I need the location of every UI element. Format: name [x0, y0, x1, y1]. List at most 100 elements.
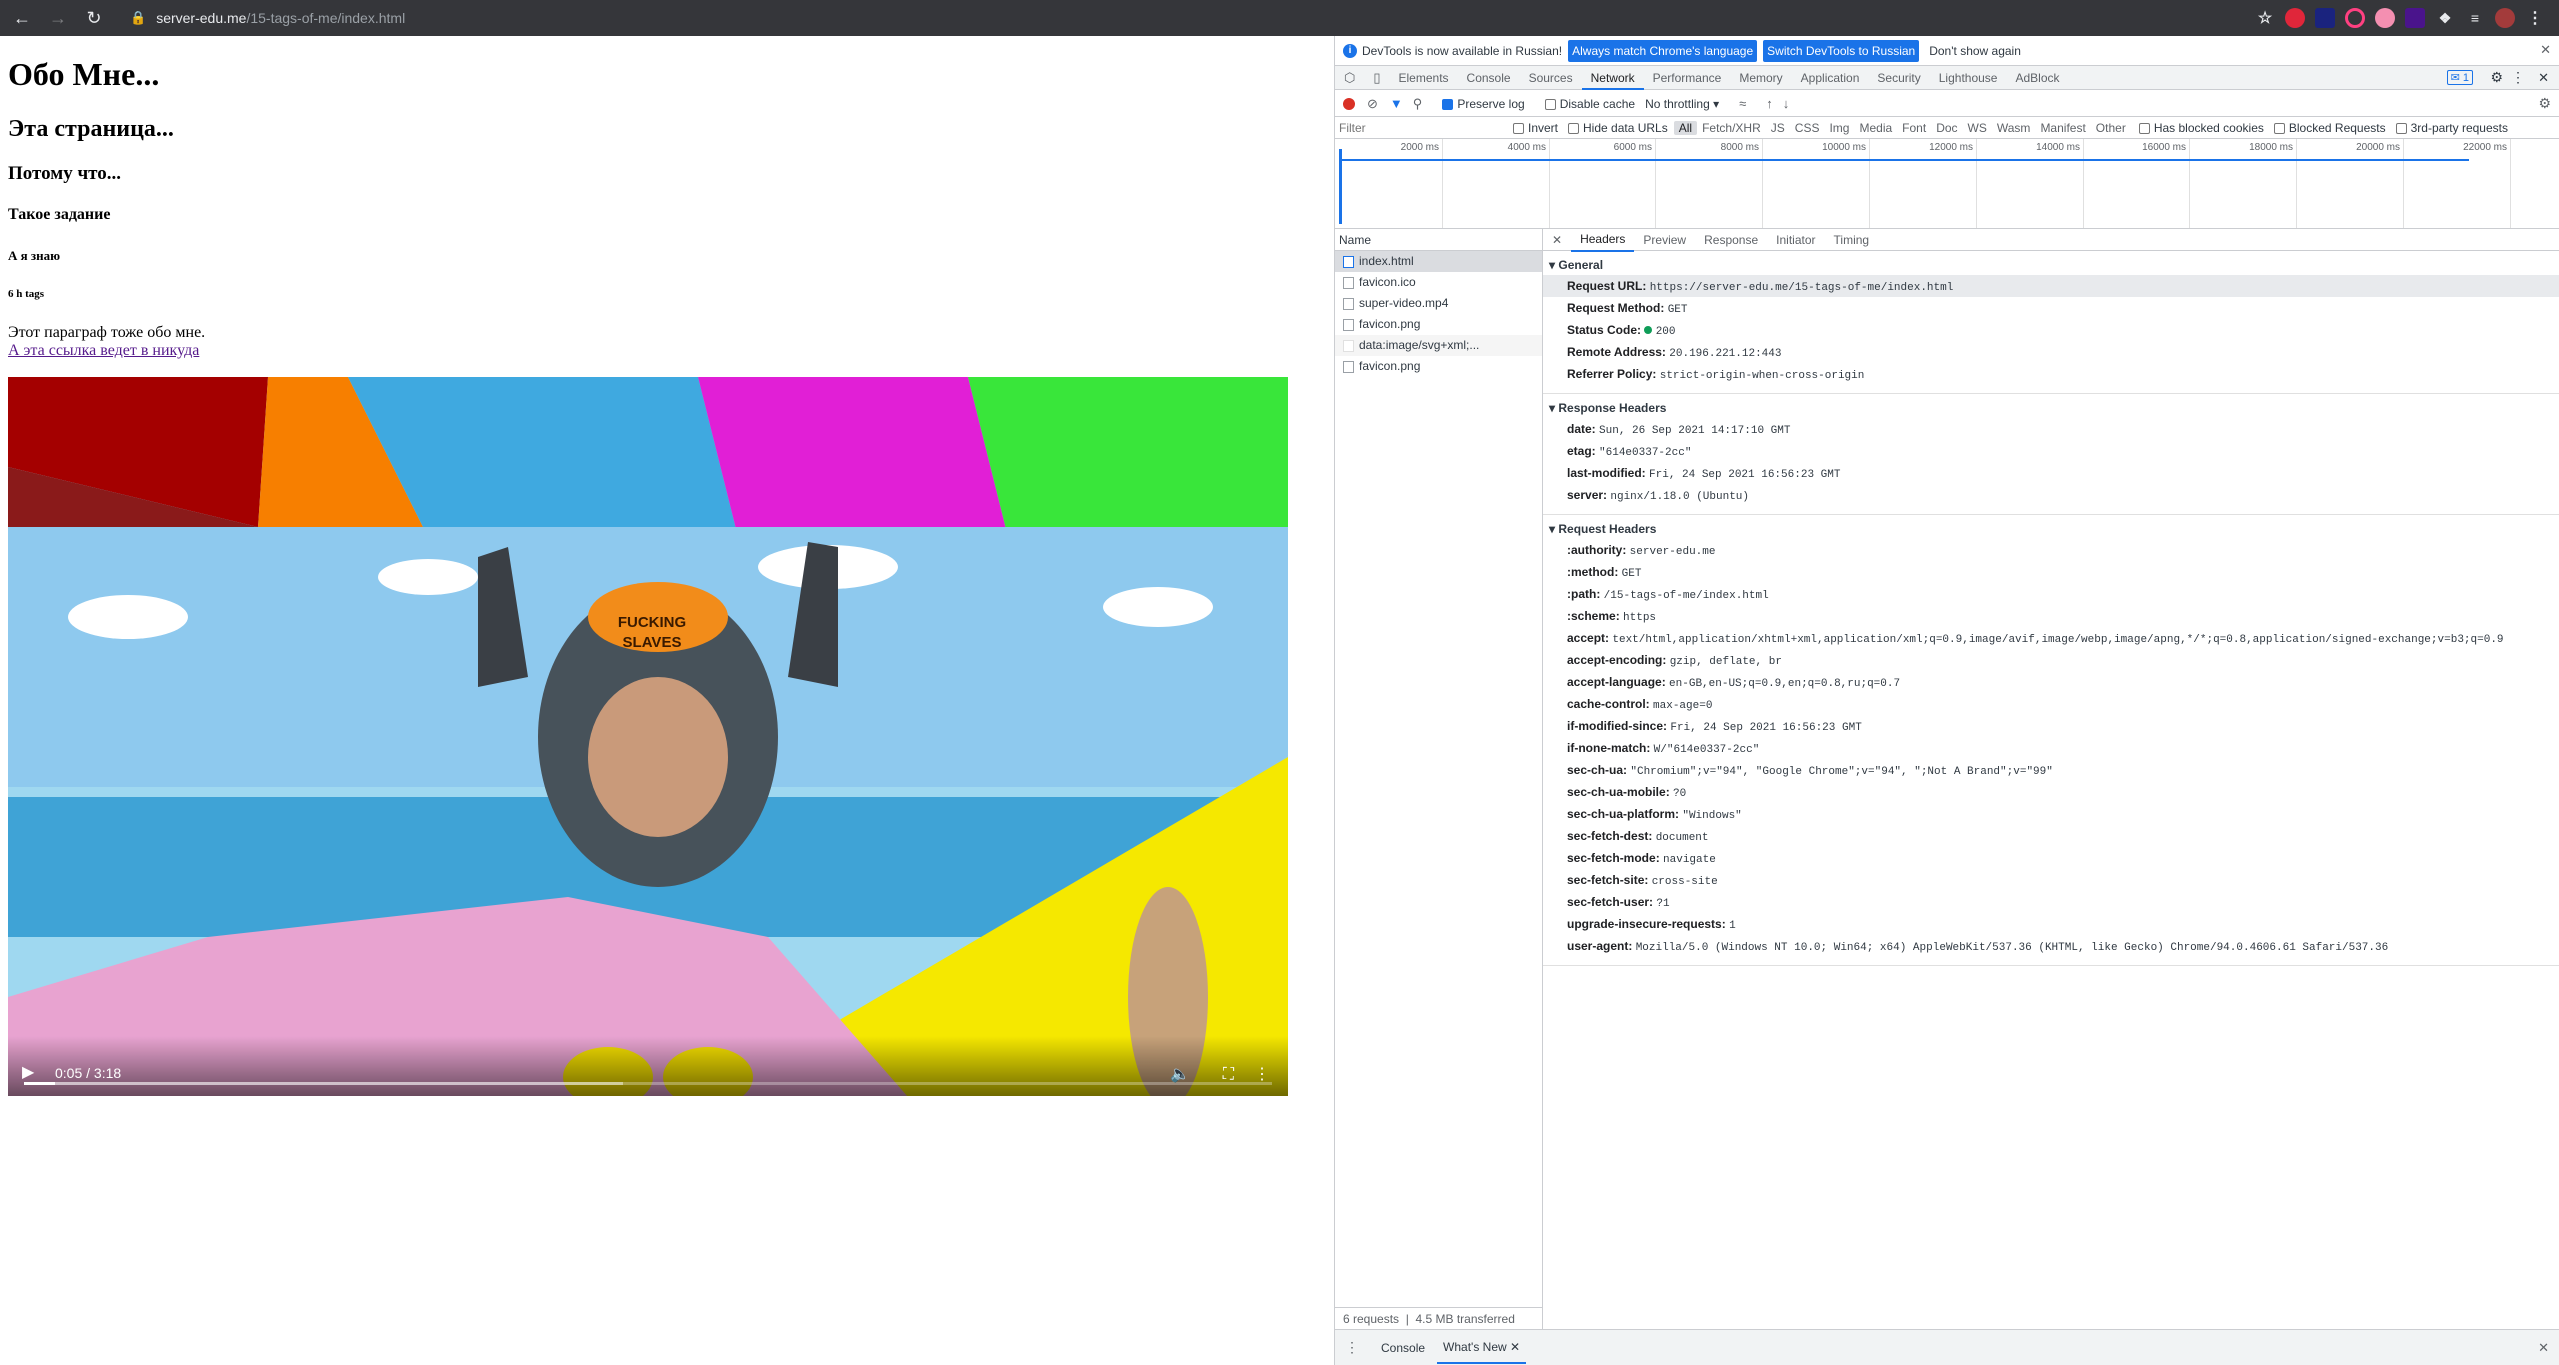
- infobar-close-icon[interactable]: ✕: [2540, 42, 2551, 58]
- header-value: https: [1623, 612, 1657, 624]
- filter-type-wasm[interactable]: Wasm: [1992, 121, 2036, 135]
- filter-type-js[interactable]: JS: [1766, 121, 1790, 135]
- request-row[interactable]: favicon.png: [1335, 356, 1542, 377]
- filter-type-font[interactable]: Font: [1897, 121, 1931, 135]
- issues-badge[interactable]: ✉ 1: [2446, 70, 2473, 85]
- drawer-tab-whats-new[interactable]: What's New ✕: [1437, 1332, 1527, 1364]
- request-row[interactable]: index.html: [1335, 251, 1542, 272]
- tab-initiator[interactable]: Initiator: [1767, 229, 1824, 251]
- hide-data-urls-checkbox[interactable]: Hide data URLs: [1568, 121, 1668, 135]
- request-row[interactable]: favicon.png: [1335, 314, 1542, 335]
- tab-timing[interactable]: Timing: [1825, 229, 1879, 251]
- network-settings-icon[interactable]: ⚙: [2538, 95, 2551, 112]
- page-link[interactable]: А эта ссылка ведет в никуда: [8, 342, 199, 360]
- request-row[interactable]: favicon.ico: [1335, 272, 1542, 293]
- drawer-tab-console[interactable]: Console: [1375, 1341, 1431, 1355]
- filter-type-doc[interactable]: Doc: [1931, 121, 1962, 135]
- request-name: favicon.ico: [1359, 275, 1416, 289]
- devtools-close-icon[interactable]: ✕: [2538, 70, 2549, 86]
- tab-application[interactable]: Application: [1792, 66, 1869, 90]
- request-headers-header[interactable]: ▾ Request Headers: [1543, 519, 2559, 539]
- fullscreen-icon[interactable]: ⛶: [1223, 1066, 1234, 1084]
- tab-elements[interactable]: Elements: [1390, 66, 1458, 90]
- tab-response[interactable]: Response: [1695, 229, 1767, 251]
- tab-performance[interactable]: Performance: [1644, 66, 1731, 90]
- video-player[interactable]: FUCKING SLAVES ▶ 0:05 / 3:18 🔈 ⛶ ⋮: [8, 377, 1288, 1096]
- import-har-icon[interactable]: ↑: [1766, 96, 1773, 111]
- throttling-select[interactable]: No throttling ▾: [1645, 97, 1719, 111]
- filter-type-fetch[interactable]: Fetch/XHR: [1697, 121, 1766, 135]
- record-icon[interactable]: [1343, 97, 1355, 110]
- back-icon[interactable]: ←: [8, 4, 36, 32]
- devtools-more-icon[interactable]: ⋮: [2511, 69, 2525, 86]
- close-details-icon[interactable]: ✕: [1543, 229, 1571, 251]
- tab-network[interactable]: Network: [1581, 66, 1644, 90]
- preserve-log-checkbox[interactable]: Preserve log: [1442, 97, 1525, 111]
- tab-adblock[interactable]: AdBlock: [2006, 66, 2068, 90]
- response-headers-header[interactable]: ▾ Response Headers: [1543, 398, 2559, 418]
- drawer-menu-icon[interactable]: ⋮: [1345, 1339, 1359, 1356]
- blocked-requests-checkbox[interactable]: Blocked Requests: [2273, 121, 2386, 135]
- tab-preview[interactable]: Preview: [1634, 229, 1695, 251]
- extensions-puzzle-icon[interactable]: ❖: [2435, 8, 2455, 28]
- tab-close-icon[interactable]: ✕: [1510, 1340, 1520, 1354]
- filter-type-css[interactable]: CSS: [1790, 121, 1825, 135]
- general-header[interactable]: ▾ General: [1543, 255, 2559, 275]
- menu-kebab-icon[interactable]: ⋮: [2525, 8, 2545, 28]
- filter-type-all[interactable]: All: [1673, 120, 1698, 135]
- header-value: "614e0337-2cc": [1599, 447, 1692, 459]
- dont-show-again-button[interactable]: Don't show again: [1923, 40, 2027, 62]
- network-overview[interactable]: 2000 ms 4000 ms 6000 ms 8000 ms 10000 ms…: [1335, 139, 2559, 229]
- invert-checkbox[interactable]: Invert: [1513, 121, 1558, 135]
- star-icon[interactable]: ☆: [2255, 8, 2275, 28]
- tab-sources[interactable]: Sources: [1520, 66, 1582, 90]
- header-key: sec-ch-ua:: [1567, 763, 1628, 777]
- extension-red-icon[interactable]: [2285, 8, 2305, 28]
- network-conditions-icon[interactable]: ≈: [1739, 96, 1746, 111]
- request-row[interactable]: super-video.mp4: [1335, 293, 1542, 314]
- match-language-button[interactable]: Always match Chrome's language: [1568, 39, 1758, 62]
- tab-security[interactable]: Security: [1868, 66, 1929, 90]
- address-bar[interactable]: server-edu.me/15-tags-of-me/index.html: [156, 10, 405, 26]
- tab-memory[interactable]: Memory: [1730, 66, 1791, 90]
- extension-ring-icon[interactable]: [2345, 8, 2365, 28]
- search-icon[interactable]: ⚲: [1413, 96, 1423, 112]
- name-column-header[interactable]: Name: [1335, 229, 1542, 251]
- extension-dark-icon[interactable]: [2315, 8, 2335, 28]
- filter-type-media[interactable]: Media: [1854, 121, 1897, 135]
- extension-rose-icon[interactable]: [2375, 8, 2395, 28]
- reload-icon[interactable]: ↻: [80, 4, 108, 32]
- tab-lighthouse[interactable]: Lighthouse: [1930, 66, 2007, 90]
- filter-input[interactable]: [1339, 118, 1499, 137]
- header-value: 1: [1729, 920, 1736, 932]
- tab-console[interactable]: Console: [1458, 66, 1520, 90]
- tick-label: 2000 ms: [1400, 142, 1439, 153]
- filter-icon[interactable]: ▼: [1390, 96, 1403, 111]
- tab-headers[interactable]: Headers: [1571, 228, 1635, 252]
- play-icon[interactable]: ▶: [22, 1062, 34, 1082]
- profile-avatar-icon[interactable]: [2495, 8, 2515, 28]
- filter-type-img[interactable]: Img: [1824, 121, 1854, 135]
- timeline-marker: [1339, 149, 1342, 224]
- device-toggle-icon[interactable]: ▯: [1364, 66, 1389, 90]
- filter-type-ws[interactable]: WS: [1963, 121, 1992, 135]
- inspect-icon[interactable]: ⬡: [1335, 66, 1364, 90]
- request-row[interactable]: data:image/svg+xml;...: [1335, 335, 1542, 356]
- clear-icon[interactable]: ⊘: [1367, 96, 1378, 112]
- volume-icon[interactable]: 🔈: [1170, 1064, 1190, 1084]
- switch-russian-button[interactable]: Switch DevTools to Russian: [1763, 39, 1920, 62]
- forward-icon[interactable]: →: [44, 4, 72, 32]
- lock-icon[interactable]: 🔒: [130, 10, 146, 26]
- export-har-icon[interactable]: ↓: [1783, 96, 1790, 111]
- drawer-close-icon[interactable]: ✕: [2538, 1340, 2549, 1356]
- extension-grid-icon[interactable]: [2405, 8, 2425, 28]
- third-party-checkbox[interactable]: 3rd-party requests: [2395, 121, 2508, 135]
- filter-type-other[interactable]: Other: [2091, 121, 2131, 135]
- filter-type-manifest[interactable]: Manifest: [2035, 121, 2090, 135]
- video-seekbar[interactable]: [24, 1082, 1272, 1085]
- disable-cache-checkbox[interactable]: Disable cache: [1544, 97, 1635, 111]
- blocked-cookies-checkbox[interactable]: Has blocked cookies: [2138, 121, 2264, 135]
- video-more-icon[interactable]: ⋮: [1254, 1064, 1270, 1084]
- settings-gear-icon[interactable]: ⚙: [2490, 69, 2503, 86]
- reading-list-icon[interactable]: ≡: [2465, 8, 2485, 28]
